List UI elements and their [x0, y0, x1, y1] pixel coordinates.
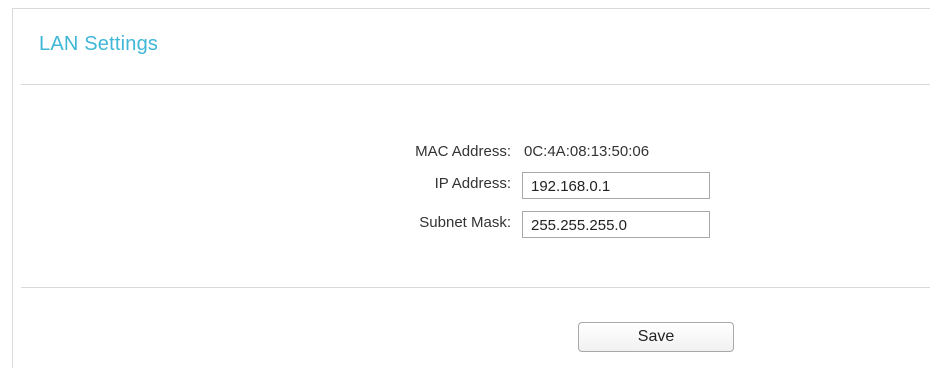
mac-address-label: MAC Address:	[415, 143, 511, 160]
footer-divider	[21, 287, 930, 288]
subnet-mask-input[interactable]	[522, 211, 710, 238]
subnet-mask-label: Subnet Mask:	[419, 214, 511, 231]
mac-address-value: 0C:4A:08:13:50:06	[524, 143, 650, 160]
section-title: LAN Settings	[39, 33, 159, 55]
ip-address-label: IP Address:	[434, 175, 511, 192]
ip-address-input[interactable]	[522, 172, 710, 199]
save-button[interactable]: Save	[578, 322, 734, 352]
lan-settings-panel: LAN Settings MAC Address: 0C:4A:08:13:50…	[12, 8, 930, 368]
header-divider	[21, 84, 930, 85]
